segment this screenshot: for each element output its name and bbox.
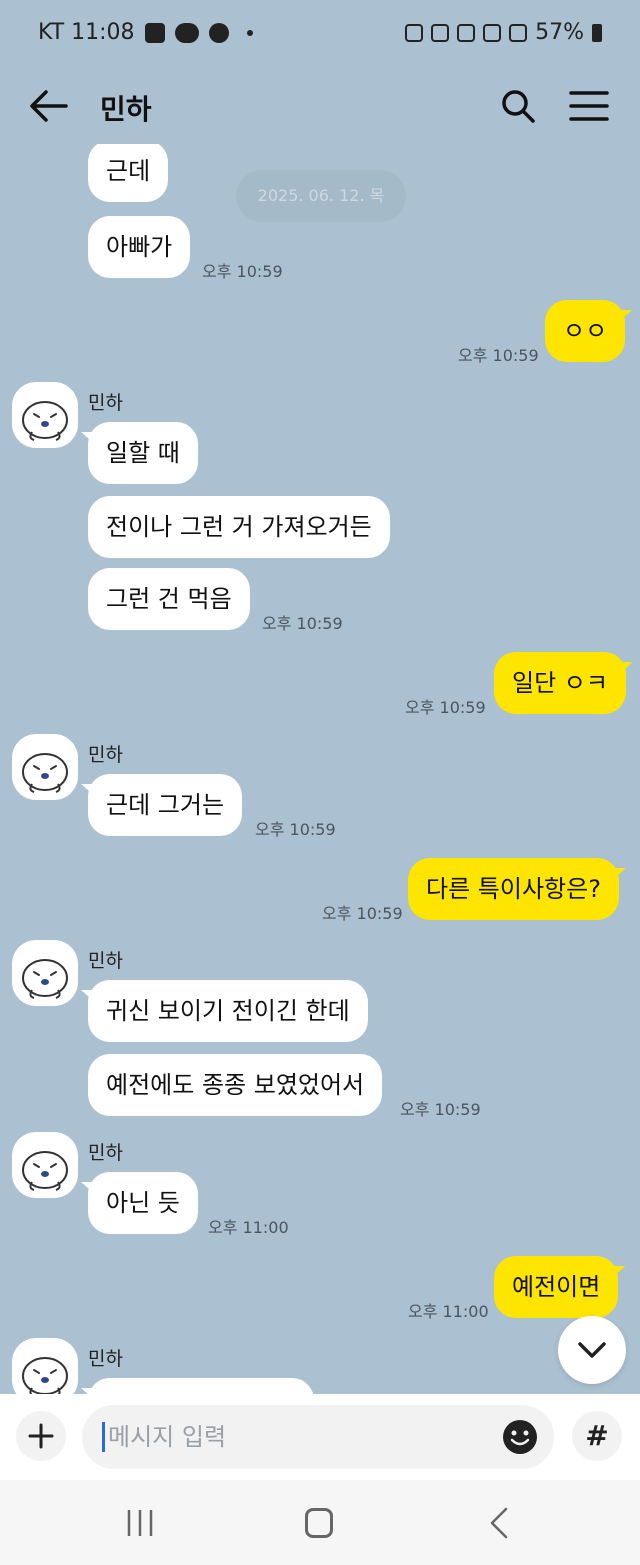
message-time: 오후 10:59 bbox=[400, 1100, 481, 1119]
menu-button[interactable] bbox=[568, 88, 610, 124]
text-caret bbox=[102, 1422, 105, 1452]
incoming-message[interactable]: 예전에도 종종 보였었어서 bbox=[88, 1054, 383, 1116]
incoming-message-partial[interactable] bbox=[88, 1378, 314, 1394]
search-icon bbox=[502, 90, 535, 123]
more-notifications-dot-icon bbox=[246, 29, 253, 36]
chat-header: 민하 bbox=[0, 68, 640, 144]
avatar-character-icon bbox=[22, 401, 68, 441]
chat-area[interactable]: 근데 2025. 06. 12. 목 아빠가 오후 10:59 ㅇㅇ 오후 10… bbox=[0, 144, 640, 1394]
emoji-icon bbox=[503, 1420, 537, 1454]
back-button[interactable] bbox=[28, 86, 70, 126]
outgoing-message[interactable]: ㅇㅇ bbox=[545, 300, 626, 362]
emoji-button[interactable] bbox=[500, 1417, 540, 1457]
sender-name: 민하 bbox=[88, 392, 123, 414]
facebook-notification-icon bbox=[208, 22, 229, 43]
message-time: 오후 10:59 bbox=[322, 904, 403, 923]
recent-apps-icon bbox=[127, 1510, 153, 1536]
message-time: 오후 10:59 bbox=[202, 262, 283, 281]
mute-icon bbox=[431, 23, 450, 42]
status-bar: KT 11:08 57% bbox=[0, 0, 640, 68]
sender-name: 민하 bbox=[88, 744, 123, 766]
message-input-bar: 메시지 입력 # bbox=[0, 1394, 640, 1480]
battery-percent: 57% bbox=[535, 20, 584, 45]
kakaotalk-notification-icon bbox=[174, 22, 199, 43]
system-nav-bar bbox=[0, 1480, 640, 1565]
incoming-message[interactable]: 귀신 보이기 전이긴 한데 bbox=[88, 980, 368, 1042]
chevron-left-icon bbox=[490, 1507, 508, 1539]
avatar-character-icon bbox=[22, 1357, 68, 1394]
scroll-to-bottom-button[interactable] bbox=[558, 1316, 626, 1384]
message-time: 오후 10:59 bbox=[262, 614, 343, 633]
sim-icon bbox=[405, 23, 424, 42]
carrier-time: KT 11:08 bbox=[38, 20, 135, 45]
incoming-message[interactable]: 근데 bbox=[88, 144, 169, 202]
signal-icon bbox=[509, 23, 528, 42]
message-time: 오후 10:59 bbox=[405, 698, 486, 717]
page-title: 민하 bbox=[100, 93, 152, 126]
status-right: 57% bbox=[405, 20, 602, 45]
incoming-message[interactable]: 그런 건 먹음 bbox=[88, 568, 250, 630]
search-button[interactable] bbox=[498, 86, 538, 126]
incoming-message[interactable]: 전이나 그런 거 가져오거든 bbox=[88, 496, 390, 558]
attach-button[interactable] bbox=[16, 1411, 66, 1461]
date-divider: 2025. 06. 12. 목 bbox=[236, 170, 406, 222]
home-button[interactable] bbox=[305, 1508, 333, 1538]
recent-apps-button[interactable] bbox=[126, 1508, 154, 1538]
arrow-left-icon bbox=[30, 90, 68, 122]
avatar[interactable] bbox=[12, 940, 78, 1006]
5g-icon bbox=[483, 23, 502, 42]
hd-icon bbox=[457, 23, 476, 42]
avatar[interactable] bbox=[12, 734, 78, 800]
battery-icon bbox=[592, 23, 602, 42]
status-left: KT 11:08 bbox=[38, 20, 253, 45]
avatar[interactable] bbox=[12, 1338, 78, 1394]
sender-name: 민하 bbox=[88, 1348, 123, 1370]
outgoing-message[interactable]: 예전이면 bbox=[494, 1256, 619, 1318]
message-time: 오후 10:59 bbox=[255, 820, 336, 839]
message-time: 오후 11:00 bbox=[408, 1302, 489, 1321]
avatar[interactable] bbox=[12, 382, 78, 448]
incoming-message[interactable]: 근데 그거는 bbox=[88, 774, 243, 836]
chevron-down-icon bbox=[578, 1342, 606, 1358]
hashtag-button[interactable]: # bbox=[572, 1411, 622, 1461]
message-time: 오후 10:59 bbox=[458, 346, 539, 365]
incoming-message[interactable]: 일할 때 bbox=[88, 422, 198, 484]
gallery-notification-icon bbox=[144, 22, 165, 43]
outgoing-message[interactable]: 다른 특이사항은? bbox=[408, 858, 619, 920]
message-input[interactable]: 메시지 입력 bbox=[82, 1405, 554, 1469]
avatar-character-icon bbox=[22, 1151, 68, 1191]
plus-icon bbox=[28, 1423, 54, 1449]
avatar[interactable] bbox=[12, 1132, 78, 1198]
hamburger-menu-icon bbox=[569, 91, 609, 121]
input-placeholder: 메시지 입력 bbox=[108, 1423, 227, 1451]
avatar-character-icon bbox=[22, 753, 68, 793]
sender-name: 민하 bbox=[88, 950, 123, 972]
avatar-character-icon bbox=[22, 959, 68, 999]
incoming-message[interactable]: 아빠가 bbox=[88, 216, 191, 278]
message-time: 오후 11:00 bbox=[208, 1218, 289, 1237]
outgoing-message[interactable]: 일단 ㅇㅋ bbox=[494, 652, 626, 714]
nav-back-button[interactable] bbox=[488, 1506, 510, 1540]
sender-name: 민하 bbox=[88, 1142, 123, 1164]
incoming-message[interactable]: 아닌 듯 bbox=[88, 1172, 198, 1234]
